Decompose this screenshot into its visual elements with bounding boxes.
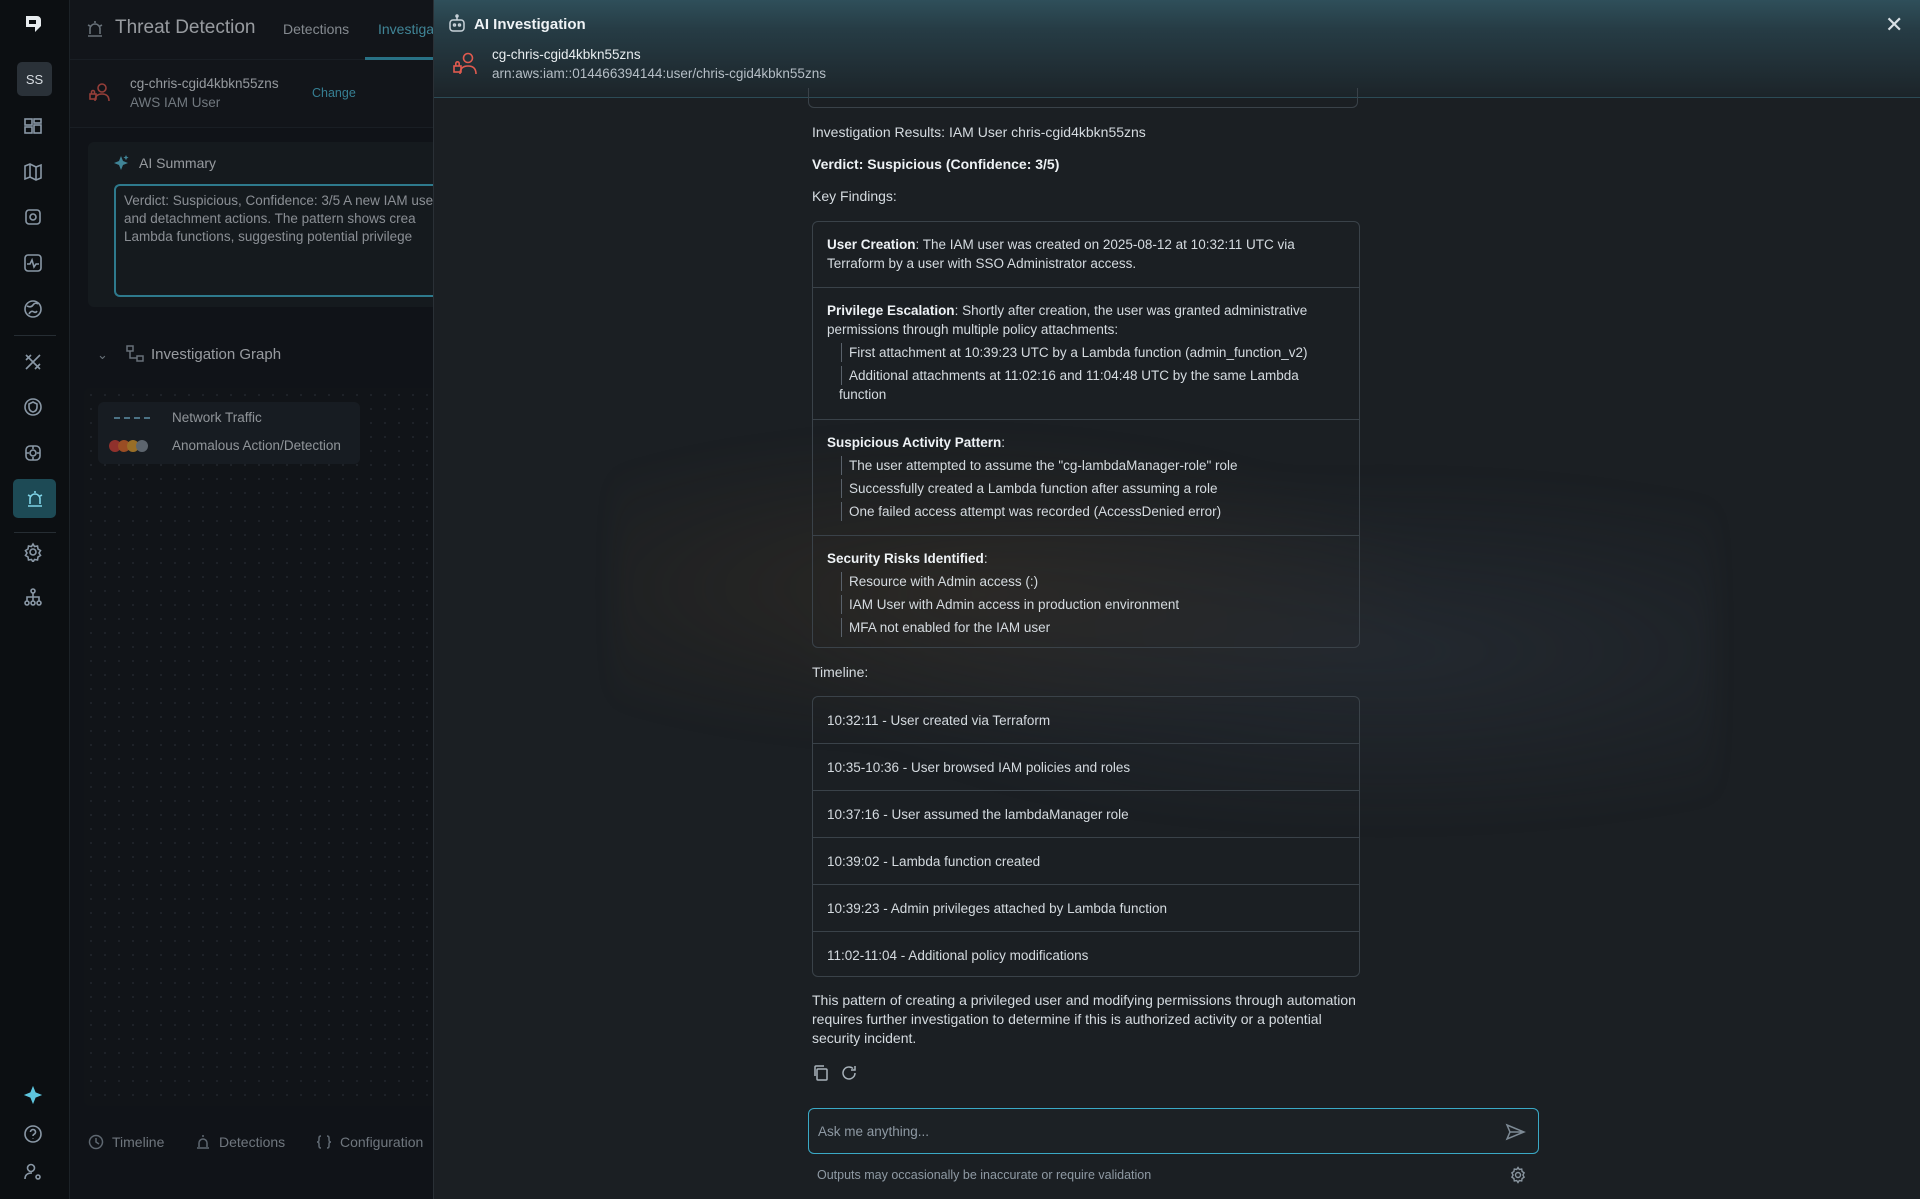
finding-user-creation: User Creation: The IAM user was created … bbox=[813, 222, 1359, 288]
list-item: Resource with Admin access (:) bbox=[827, 572, 1345, 591]
left-nav-rail: SS bbox=[0, 0, 70, 1199]
message-actions bbox=[812, 1064, 858, 1082]
timeline-label: Timeline: bbox=[812, 664, 869, 680]
finding-security-risks: Security Risks Identified: Resource with… bbox=[813, 536, 1359, 647]
settings-gear-icon[interactable] bbox=[20, 539, 46, 565]
vulnerability-icon[interactable] bbox=[20, 440, 46, 466]
map-icon[interactable] bbox=[20, 159, 46, 185]
tools-icon[interactable] bbox=[20, 349, 46, 375]
investigated-user-arn: arn:aws:iam::014466394144:user/chris-cgi… bbox=[492, 66, 826, 81]
dashboard-icon[interactable] bbox=[20, 113, 46, 139]
timeline-row: 10:37:16 - User assumed the lambdaManage… bbox=[813, 791, 1359, 838]
help-icon[interactable] bbox=[20, 1121, 46, 1147]
list-item: IAM User with Admin access in production… bbox=[827, 595, 1345, 614]
list-item: The user attempted to assume the "cg-lam… bbox=[827, 456, 1345, 475]
send-icon[interactable] bbox=[1504, 1121, 1526, 1143]
ask-box bbox=[808, 1108, 1539, 1154]
globe-icon[interactable] bbox=[20, 296, 46, 322]
robot-icon bbox=[449, 14, 465, 32]
close-icon[interactable]: ✕ bbox=[1885, 14, 1903, 36]
user-settings-icon[interactable] bbox=[20, 1159, 46, 1185]
iam-user-icon bbox=[453, 52, 477, 75]
key-findings-label: Key Findings: bbox=[812, 188, 897, 204]
finding-suspicious-activity: Suspicious Activity Pattern: The user at… bbox=[813, 420, 1359, 536]
chat-transcript: Investigation Results: IAM User chris-cg… bbox=[808, 88, 1360, 1098]
shield-icon[interactable] bbox=[20, 394, 46, 420]
timeline-box: 10:32:11 - User created via Terraform 10… bbox=[812, 696, 1360, 977]
timeline-row: 10:39:02 - Lambda function created bbox=[813, 838, 1359, 885]
ask-input[interactable] bbox=[818, 1119, 1478, 1143]
conclusion-text: This pattern of creating a privileged us… bbox=[812, 992, 1356, 1046]
disclaimer-text: Outputs may occasionally be inaccurate o… bbox=[817, 1168, 1152, 1182]
timeline-row: 11:02-11:04 - Additional policy modifica… bbox=[827, 948, 1089, 963]
refresh-icon[interactable] bbox=[840, 1064, 858, 1082]
org-chart-icon[interactable] bbox=[20, 584, 46, 610]
threat-detection-icon[interactable] bbox=[13, 479, 56, 518]
panel-title: AI Investigation bbox=[474, 16, 586, 33]
verdict-text: Verdict: Suspicious (Confidence: 3/5) bbox=[812, 156, 1060, 172]
previous-message-bubble bbox=[808, 88, 1358, 108]
copy-icon[interactable] bbox=[812, 1064, 830, 1082]
results-heading: Investigation Results: IAM User chris-cg… bbox=[812, 124, 1146, 140]
activity-icon[interactable] bbox=[20, 250, 46, 276]
finding-privilege-escalation: Privilege Escalation: Shortly after crea… bbox=[813, 288, 1359, 420]
timeline-row: 10:32:11 - User created via Terraform bbox=[813, 697, 1359, 744]
inventory-icon[interactable] bbox=[20, 204, 46, 230]
timeline-row: 10:39:23 - Admin privileges attached by … bbox=[813, 885, 1359, 932]
investigated-user-name: cg-chris-cgid4kbkn55zns bbox=[492, 47, 641, 62]
list-item: First attachment at 10:39:23 UTC by a La… bbox=[827, 343, 1345, 362]
list-item: One failed access attempt was recorded (… bbox=[827, 502, 1345, 521]
timeline-row: 10:35-10:36 - User browsed IAM policies … bbox=[813, 744, 1359, 791]
ai-investigation-panel: AI Investigation ✕ cg-chris-cgid4kbkn55z… bbox=[433, 0, 1920, 1199]
list-item: Additional attachments at 11:02:16 and 1… bbox=[827, 366, 1345, 404]
panel-header: AI Investigation ✕ cg-chris-cgid4kbkn55z… bbox=[434, 0, 1920, 98]
key-findings-box: User Creation: The IAM user was created … bbox=[812, 221, 1360, 648]
list-item: MFA not enabled for the IAM user bbox=[827, 618, 1345, 637]
user-avatar[interactable]: SS bbox=[17, 62, 52, 96]
list-item: Successfully created a Lambda function a… bbox=[827, 479, 1345, 498]
app-logo-icon[interactable] bbox=[23, 14, 43, 36]
ai-sparkle-icon[interactable] bbox=[20, 1082, 46, 1108]
settings-gear-icon[interactable] bbox=[1509, 1166, 1527, 1184]
